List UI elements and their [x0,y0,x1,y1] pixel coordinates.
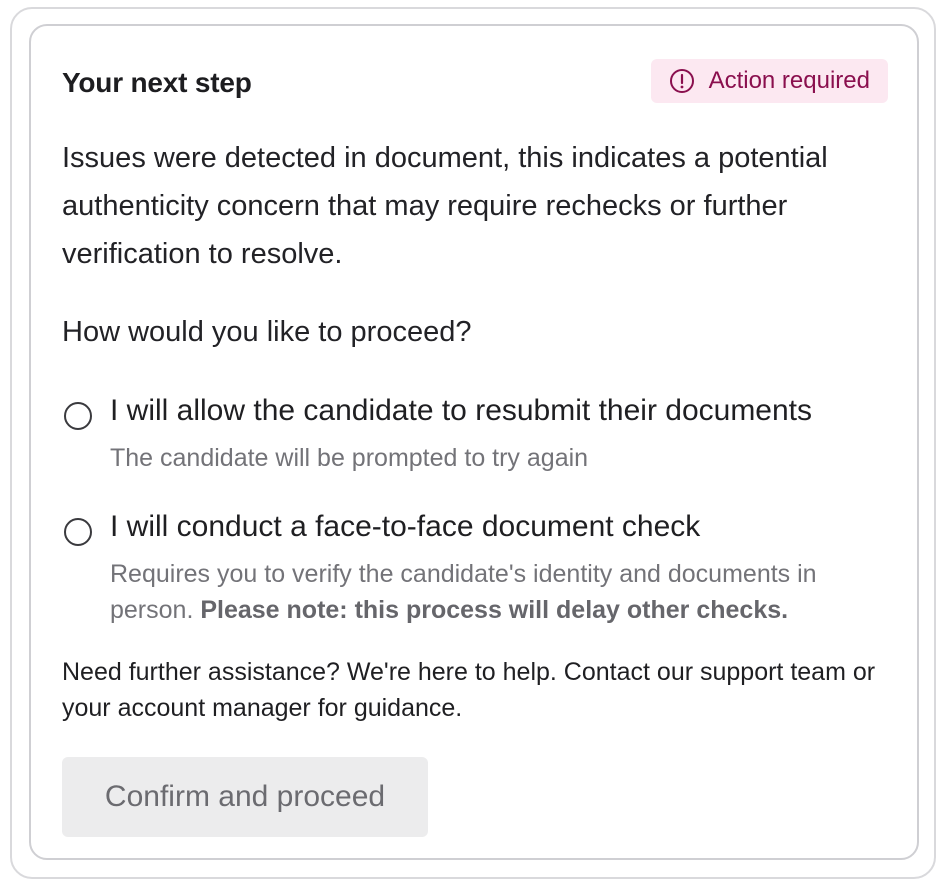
action-required-badge: Action required [650,59,888,103]
delay-warning-note: Please note: this process will delay oth… [200,596,789,624]
outer-frame: Your next step Action required Issues we… [10,7,936,879]
option-resubmit-label[interactable]: I will allow the candidate to resubmit t… [110,394,812,428]
option-resubmit-description: The candidate will be prompted to try ag… [110,444,589,472]
option-face-to-face-description: Requires you to verify the candidate's i… [110,556,900,628]
card-title: Your next step [62,67,252,98]
alert-circle-icon [669,69,694,93]
issue-description: Issues were detected in document, this i… [62,142,828,270]
confirm-and-proceed-button[interactable]: Confirm and proceed [62,757,428,837]
proceed-question: How would you like to proceed? [62,316,472,348]
help-text: Need further assistance? We're here to h… [62,658,876,722]
next-step-card: Your next step Action required Issues we… [29,24,919,860]
badge-label: Action required [708,67,870,94]
radio-face-to-face[interactable] [64,518,92,546]
option-face-to-face-label[interactable]: I will conduct a face-to-face document c… [110,510,700,544]
card-header: Your next step Action required [62,59,888,105]
radio-resubmit[interactable] [64,402,92,430]
